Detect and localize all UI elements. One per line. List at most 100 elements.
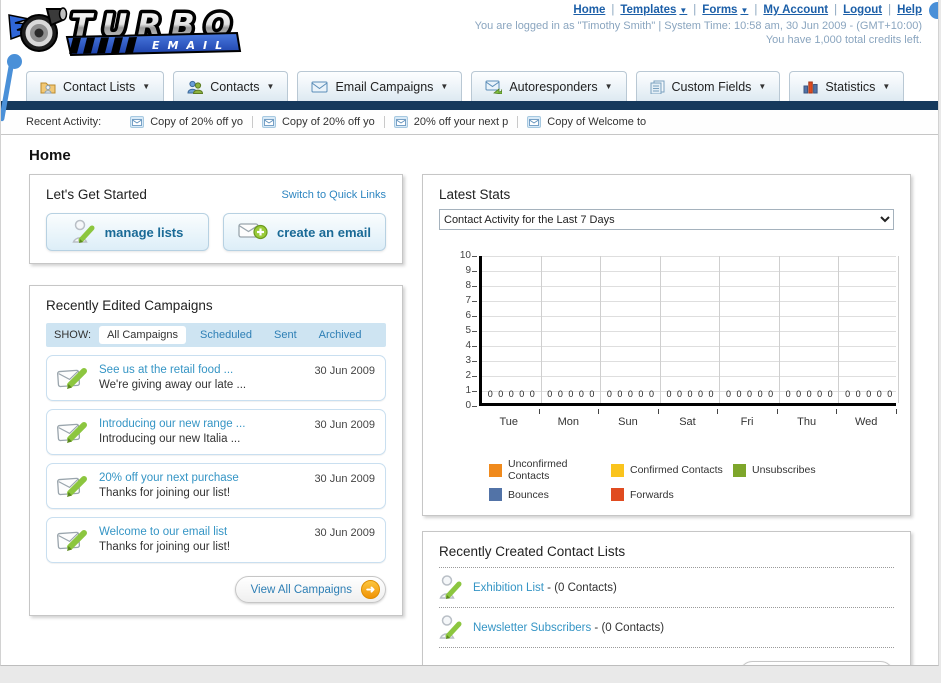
tab-contact-lists[interactable]: Contact Lists: [26, 71, 165, 101]
create-email-envelope-plus-icon: [238, 223, 268, 240]
contact-list-link[interactable]: Newsletter Subscribers: [473, 622, 591, 634]
contact-list-item: Newsletter Subscribers - (0 Contacts): [439, 608, 894, 648]
chart-y-tick-label: 0: [465, 400, 471, 411]
campaign-card: Introducing our new range ... Introducin…: [46, 409, 386, 455]
chart-value-label: 0: [736, 389, 742, 399]
tab-label: Email Campaigns: [335, 79, 434, 94]
header-link-forms[interactable]: Forms: [702, 4, 748, 16]
tab-dropdown-arrow-icon: [440, 82, 448, 91]
chart-value-label: 0: [627, 389, 633, 399]
recent-activity-item[interactable]: Copy of 20% off yo: [253, 116, 385, 128]
chart-x-tick-mark: [776, 409, 778, 414]
header-right: Home | Templates | Forms | My Account | Logo…: [475, 4, 922, 46]
contacts-people-icon: [187, 80, 204, 94]
main-nav-tabs: Contact Lists Contacts Email Campaigns: [1, 66, 938, 101]
legend-item: Unsubscribes: [733, 458, 894, 482]
templates-dropdown-arrow-icon: [679, 6, 687, 15]
switch-to-quick-links[interactable]: Switch to Quick Links: [281, 189, 386, 201]
header-link-help[interactable]: Help: [897, 4, 922, 16]
recent-activity-item[interactable]: Copy of 20% off yo: [121, 116, 253, 128]
right-column: Latest Stats Contact Activity for the La…: [422, 174, 911, 665]
chart-x-tick-mark: [836, 409, 838, 414]
chart-y-tick-mark: [472, 376, 477, 377]
chart-value-label: 0: [606, 389, 612, 399]
campaign-subtitle: We're giving away our late ...: [99, 379, 247, 391]
campaign-title-link[interactable]: Welcome to our email list: [99, 525, 230, 540]
chart-plot: 00000000000000000000000000000000000: [479, 256, 899, 406]
see-all-contact-lists-button[interactable]: See All Contact Lists: [738, 661, 894, 665]
campaigns-title: Recently Edited Campaigns: [46, 298, 213, 313]
chart-value-label: 0: [796, 389, 802, 399]
campaign-title-link[interactable]: 20% off your next purchase: [99, 471, 239, 486]
header: TURBO TURBO EMAIL Home | Templates | Forms…: [1, 0, 938, 66]
link-separator: |: [693, 4, 697, 16]
chart-y-tick-label: 6: [465, 310, 471, 321]
filter-tab-all-campaigns[interactable]: All Campaigns: [99, 326, 186, 344]
chart-y-tick-label: 8: [465, 280, 471, 291]
view-all-campaigns-button[interactable]: View All Campaigns: [234, 576, 386, 603]
chart-value-labels: 00000: [601, 389, 660, 399]
stats-period-select[interactable]: Contact Activity for the Last 7 Days: [439, 209, 894, 230]
navy-divider-bar: [1, 101, 938, 110]
campaign-envelope-pencil-icon: [57, 367, 87, 389]
contact-list-link[interactable]: Exhibition List: [473, 582, 544, 594]
chart-value-label: 0: [508, 389, 514, 399]
chart-day-label: Fri: [740, 416, 754, 428]
tab-custom-fields[interactable]: Custom Fields: [635, 71, 781, 101]
header-link-templates[interactable]: Templates: [620, 4, 687, 16]
header-link-logout[interactable]: Logout: [843, 4, 882, 16]
recent-activity-item[interactable]: 20% off your next p: [385, 116, 519, 128]
manage-lists-button[interactable]: manage lists: [46, 213, 209, 251]
create-email-button[interactable]: create an email: [223, 213, 386, 251]
chart-value-label: 0: [589, 389, 595, 399]
chart-value-label: 0: [578, 389, 584, 399]
chart-value-label: 0: [529, 389, 535, 399]
campaign-date: 30 Jun 2009: [314, 473, 375, 485]
chart-day-label: Sun: [618, 416, 638, 428]
legend-label: Unsubscribes: [752, 464, 816, 476]
recent-activity-item[interactable]: Copy of Welcome to: [518, 116, 655, 128]
get-started-title: Let's Get Started: [46, 187, 147, 202]
tab-label: Contact Lists: [63, 79, 136, 94]
chart-value-label: 0: [547, 389, 553, 399]
recent-activity-text: Copy of 20% off yo: [281, 116, 375, 128]
chart-y-tick-mark: [472, 391, 477, 392]
chart-x-tick-mark: [896, 409, 897, 414]
contact-activity-chart: 00000000000000000000000000000000000 0123…: [439, 250, 899, 442]
chart-y-tick-mark: [472, 301, 477, 302]
legend-swatch: [489, 488, 502, 501]
tab-statistics[interactable]: Statistics: [789, 71, 905, 101]
chart-legend: Unconfirmed Contacts Confirmed Contacts Un…: [489, 458, 894, 501]
tab-contacts[interactable]: Contacts: [173, 71, 289, 101]
tab-email-campaigns[interactable]: Email Campaigns: [297, 71, 463, 101]
tab-autoresponders[interactable]: Autoresponders: [471, 71, 627, 101]
campaign-title-link[interactable]: See us at the retail food ...: [99, 363, 246, 378]
legend-item: Forwards: [611, 488, 733, 501]
contact-list-item: Exhibition List - (0 Contacts): [439, 568, 894, 608]
header-link-home[interactable]: Home: [573, 4, 605, 16]
contact-lists-folder-icon: [40, 82, 56, 93]
chart-value-label: 0: [638, 389, 644, 399]
legend-item: Confirmed Contacts: [611, 458, 733, 482]
campaigns-panel: Recently Edited Campaigns SHOW: All Camp…: [29, 285, 403, 616]
chart-day-label: Sat: [679, 416, 696, 428]
chart-group: 00000: [720, 256, 780, 403]
filter-tab-scheduled[interactable]: Scheduled: [192, 326, 260, 344]
chart-value-label: 0: [568, 389, 574, 399]
chart-day-label: Thu: [797, 416, 817, 428]
envelope-icon: [261, 116, 276, 128]
chart-value-label: 0: [768, 389, 774, 399]
campaign-title-link[interactable]: Introducing our new range ...: [99, 417, 245, 432]
chart-value-labels: 00000: [542, 389, 601, 399]
header-nav-links: Home | Templates | Forms | My Account | Logo…: [475, 4, 922, 16]
campaign-subtitle: Thanks for joining our list!: [99, 541, 231, 553]
chart-x-tick-mark: [717, 409, 719, 414]
tab-dropdown-arrow-icon: [267, 82, 275, 91]
filter-tab-sent[interactable]: Sent: [266, 326, 305, 344]
filter-tab-archived[interactable]: Archived: [311, 326, 370, 344]
contact-lists-panel: Recently Created Contact Lists Exhibitio…: [422, 531, 911, 665]
chart-y-tick-mark: [472, 316, 477, 317]
chart-y-tick-label: 7: [465, 295, 471, 306]
header-link-my-account[interactable]: My Account: [763, 4, 828, 16]
campaign-date: 30 Jun 2009: [314, 365, 375, 377]
